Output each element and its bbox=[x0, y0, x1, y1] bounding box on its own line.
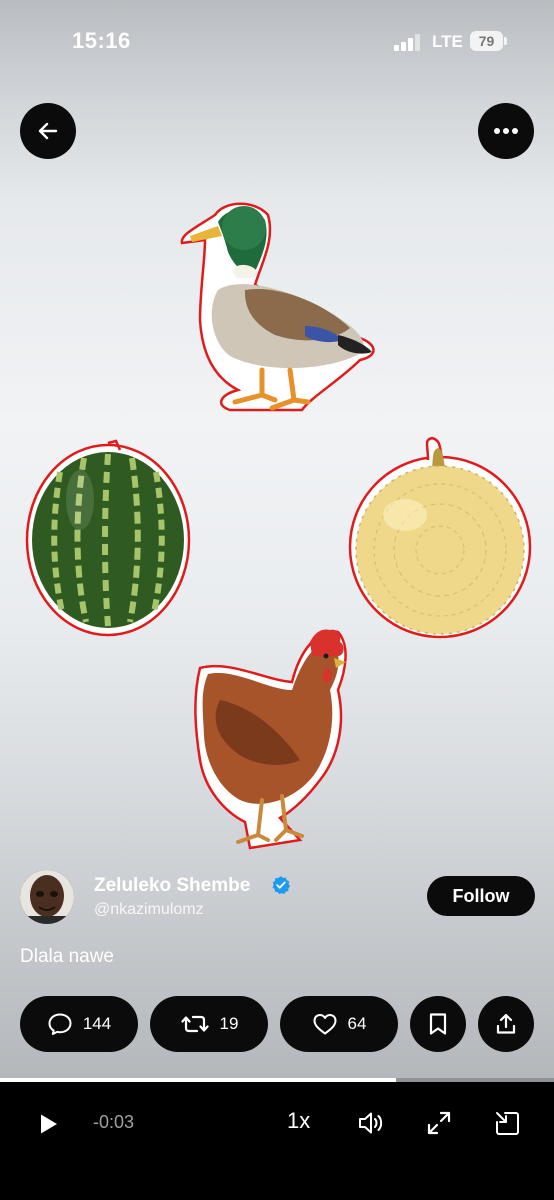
cantaloupe-image bbox=[348, 436, 532, 639]
expand-icon bbox=[427, 1111, 451, 1135]
repost-button[interactable]: 19 bbox=[150, 996, 268, 1052]
reply-count: 144 bbox=[82, 1014, 112, 1033]
chicken-image bbox=[194, 629, 347, 850]
author-row: Zeluleko Shembe @nkazimulomz Follow bbox=[20, 868, 535, 928]
play-button[interactable] bbox=[30, 1106, 66, 1142]
bookmark-icon bbox=[428, 1012, 448, 1036]
duck-image bbox=[180, 202, 375, 412]
heart-icon bbox=[312, 1012, 338, 1036]
avatar[interactable] bbox=[20, 870, 74, 924]
play-icon bbox=[41, 1114, 57, 1134]
video-player-controls: -0:03 1x bbox=[0, 1082, 554, 1200]
volume-icon bbox=[359, 1112, 383, 1134]
repost-icon bbox=[180, 1012, 210, 1036]
action-bar: 144 19 64 bbox=[20, 996, 534, 1052]
author-handle[interactable]: @nkazimulomz bbox=[94, 901, 204, 919]
watermelon-image bbox=[25, 439, 191, 637]
time-remaining: -0:03 bbox=[93, 1112, 135, 1132]
like-button[interactable]: 64 bbox=[280, 996, 398, 1052]
bookmark-button[interactable] bbox=[410, 996, 466, 1052]
playback-speed-button[interactable]: 1x bbox=[287, 1108, 310, 1134]
share-button[interactable] bbox=[478, 996, 534, 1052]
reply-button[interactable]: 144 bbox=[20, 996, 138, 1052]
author-name[interactable]: Zeluleko Shembe bbox=[94, 875, 250, 897]
reply-icon bbox=[47, 1012, 73, 1036]
volume-button[interactable] bbox=[356, 1108, 386, 1138]
picture-in-picture-button[interactable] bbox=[492, 1108, 522, 1138]
follow-button[interactable]: Follow bbox=[427, 876, 535, 916]
verified-badge-icon bbox=[272, 876, 291, 895]
like-count: 64 bbox=[347, 1014, 367, 1033]
share-icon bbox=[494, 1012, 518, 1036]
picture-in-picture-icon bbox=[496, 1112, 519, 1135]
fullscreen-button[interactable] bbox=[424, 1108, 454, 1138]
post-text: Dlala nawe bbox=[20, 946, 114, 967]
repost-count: 19 bbox=[219, 1014, 239, 1033]
